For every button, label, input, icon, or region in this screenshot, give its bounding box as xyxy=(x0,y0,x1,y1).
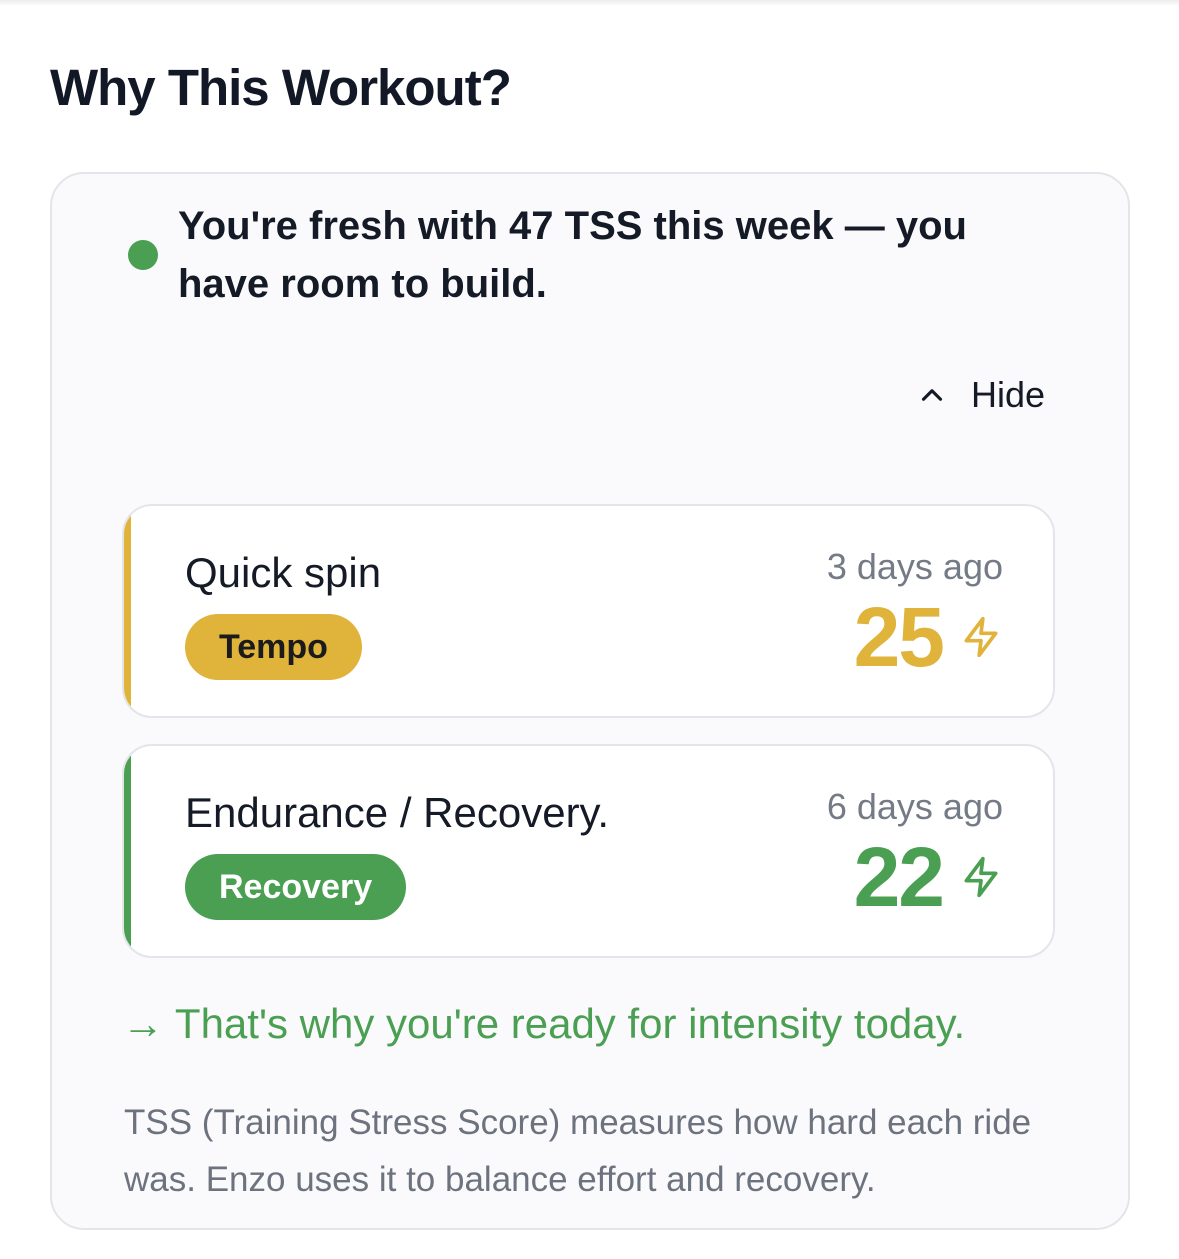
ride-time-ago: 6 days ago xyxy=(826,786,1003,827)
ride-card[interactable]: Endurance / Recovery. Recovery 6 days ag… xyxy=(122,744,1055,958)
summary: You're fresh with 47 TSS this week — you… xyxy=(128,197,1028,313)
hide-label: Hide xyxy=(971,374,1046,415)
ride-card[interactable]: Quick spin Tempo 3 days ago 25 xyxy=(122,504,1055,718)
ride-name: Endurance / Recovery. xyxy=(185,789,610,836)
intensity-badge: Recovery xyxy=(185,854,407,920)
intensity-badge: Tempo xyxy=(185,614,362,680)
lightning-bolt-icon xyxy=(964,856,998,898)
status-dot xyxy=(128,240,158,270)
ride-time-ago: 3 days ago xyxy=(826,546,1003,587)
top-divider xyxy=(0,0,1179,6)
chevron-up-icon xyxy=(921,389,943,401)
ride-accent-bar xyxy=(124,506,131,716)
tss-score: 25 xyxy=(854,594,1003,680)
tss-value: 25 xyxy=(853,590,945,684)
section-title: Why This Workout? xyxy=(50,59,512,116)
ride-accent-bar xyxy=(124,746,131,956)
conclusion-text: → That's why you're ready for intensity … xyxy=(122,1000,966,1047)
lightning-bolt-icon xyxy=(964,616,998,658)
tss-score: 22 xyxy=(854,834,1003,920)
tss-value: 22 xyxy=(853,830,945,924)
hide-toggle[interactable]: Hide xyxy=(915,372,1045,418)
summary-text: You're fresh with 47 TSS this week — you… xyxy=(178,204,967,306)
tss-footnote: TSS (Training Stress Score) measures how… xyxy=(124,1103,1032,1199)
ride-name: Quick spin xyxy=(185,549,382,596)
